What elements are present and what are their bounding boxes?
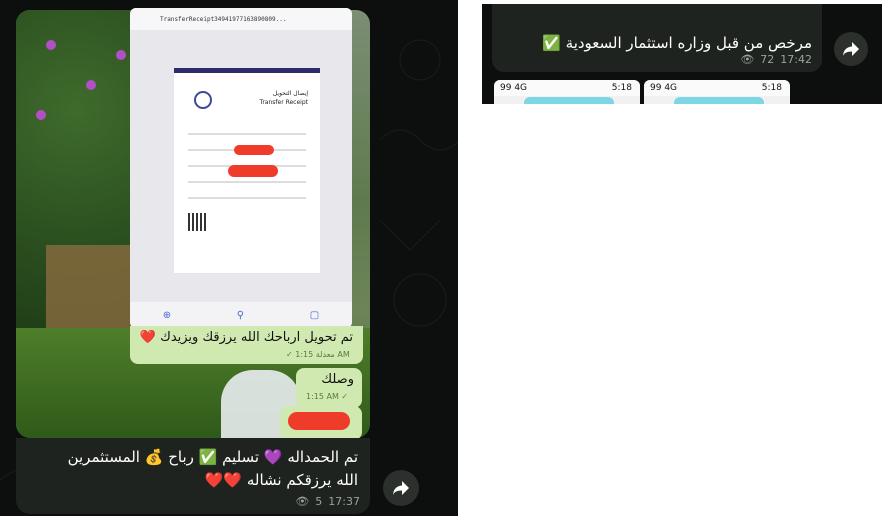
flower (46, 40, 56, 50)
redacted-bubble[interactable] (280, 406, 362, 440)
cyan-highlight (524, 97, 614, 104)
receipt-title-en: Transfer Receipt (259, 99, 308, 106)
qr-code (188, 213, 206, 231)
share-button[interactable] (383, 470, 419, 506)
share-button[interactable] (834, 32, 868, 66)
cyan-highlight (674, 97, 764, 104)
receipt-title-ar: إيصال التحويل (272, 90, 308, 97)
carrier-label: 99 4G (650, 83, 678, 93)
received-text: وصلك (321, 372, 354, 387)
search-icon: ⚲ (236, 309, 245, 321)
caption-text: تم تحويل ارباحك الله يرزقك ويزيدك ❤️ (139, 330, 353, 345)
eye-icon: 👁 (740, 53, 755, 66)
main-message-bubble[interactable]: تم الحمداله 💜 تسليم ✅ رباح 💰 المستثمرين … (16, 438, 370, 514)
message-time: 17:42 (780, 53, 812, 66)
license-text: مرخص من قبل وزاره استثمار السعودية ✅ (542, 34, 812, 52)
flower (86, 80, 96, 90)
receipt-row (188, 133, 306, 135)
carrier-label: 99 4G (500, 83, 528, 93)
flower (116, 50, 126, 60)
share-icon (393, 481, 409, 495)
message-meta: 👁 5 17:37 (295, 495, 360, 508)
status-time: 5:18 (761, 83, 782, 93)
compass-icon: ⊕ (162, 309, 172, 321)
url-text: TransferReceipt34941977163890809... (160, 16, 287, 23)
receipt-row (188, 197, 306, 199)
transfer-receipt: إيصال التحويل Transfer Receipt (174, 68, 320, 273)
image-thumbnail[interactable]: 99 4G 5:18 (644, 80, 790, 104)
left-chat-panel: TransferReceipt34941977163890809... إيصا… (0, 0, 458, 516)
red-scribble (288, 412, 350, 430)
receipt-screenshot[interactable]: TransferReceipt34941977163890809... إيصا… (130, 8, 352, 328)
message-line-1: تم الحمداله 💜 تسليم ✅ رباح 💰 المستثمرين (67, 448, 358, 466)
license-meta: 👁 72 17:42 (740, 53, 812, 66)
tabs-icon: ▢ (309, 309, 320, 321)
image-thumbnail[interactable]: 99 4G 5:18 (494, 80, 640, 104)
bank-logo-icon (194, 91, 212, 109)
status-bar: 99 4G 5:18 (644, 80, 790, 96)
caption-bubble[interactable]: تم تحويل ارباحك الله يرزقك ويزيدك ❤️ ✓ م… (130, 326, 363, 364)
message-time: 17:37 (328, 495, 360, 508)
view-count: 72 (760, 53, 775, 66)
share-icon (843, 42, 859, 56)
caption-meta: ✓ معدلة 1:15 AM (286, 350, 350, 359)
receipt-title: إيصال التحويل Transfer Receipt (260, 89, 308, 107)
eye-icon: 👁 (295, 495, 310, 508)
status-bar: 99 4G 5:18 (494, 80, 640, 96)
flower (36, 110, 46, 120)
receipt-row (188, 181, 306, 183)
received-bubble[interactable]: وصلك 1:15 AM ✓ (296, 368, 362, 408)
license-message-bubble[interactable]: مرخص من قبل وزاره استثمار السعودية ✅ 👁 7… (492, 4, 822, 72)
view-count: 5 (315, 495, 323, 508)
right-chat-panel: مرخص من قبل وزاره استثمار السعودية ✅ 👁 7… (482, 4, 882, 104)
status-time: 5:18 (611, 83, 632, 93)
browser-bottom-bar: ⊕ ⚲ ▢ (130, 302, 352, 328)
received-meta: 1:15 AM ✓ (306, 392, 349, 401)
redaction-mark (228, 165, 278, 177)
message-line-2: الله يرزقكم نشاله ❤️❤️ (204, 471, 358, 489)
browser-url-bar: TransferReceipt34941977163890809... (130, 8, 352, 30)
redaction-mark (234, 145, 274, 155)
